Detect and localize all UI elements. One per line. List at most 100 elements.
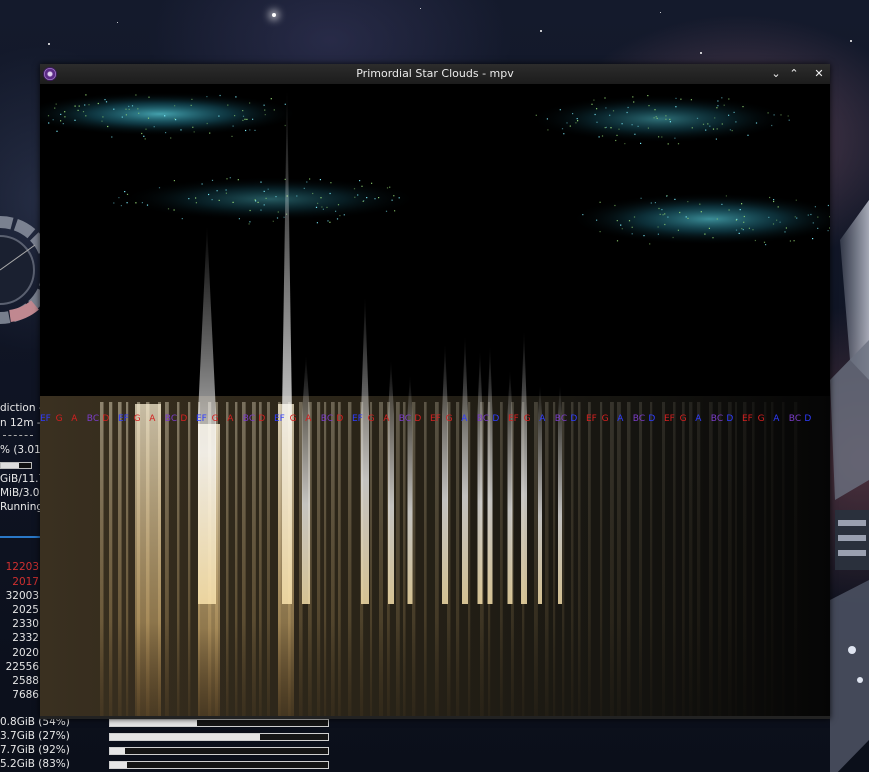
wallpaper-spaceship-art <box>830 200 869 772</box>
star-particle <box>195 197 197 199</box>
star-particle <box>593 99 595 101</box>
note-label: D <box>726 414 734 424</box>
star-particle <box>634 133 636 135</box>
star-particle <box>180 129 182 131</box>
star-particle <box>615 139 617 142</box>
star-particle <box>768 216 770 218</box>
note-label: EF <box>430 414 441 424</box>
star-particle <box>249 102 251 104</box>
star-particle <box>47 115 50 117</box>
note-label: D <box>180 414 188 424</box>
note-label: G <box>523 414 531 424</box>
star-particle <box>263 104 265 106</box>
star-particle <box>173 209 175 211</box>
memory-label: 5.2GiB (83%) <box>0 758 70 770</box>
note-label: D <box>258 414 266 424</box>
star-particle <box>218 199 220 201</box>
star-particle <box>773 114 775 116</box>
star-particle <box>594 113 596 116</box>
star-particle <box>690 99 692 101</box>
note-label: D <box>804 414 812 424</box>
spectrogram-stripe <box>396 402 400 716</box>
star-particle <box>728 209 730 211</box>
star-particle <box>655 116 657 118</box>
star <box>850 40 852 42</box>
star-particle <box>621 228 623 230</box>
spectrogram-stripe <box>588 402 591 716</box>
conky-number: 2025 <box>12 604 39 616</box>
star-particle <box>242 115 245 117</box>
star-particle <box>780 114 782 116</box>
minimize-button[interactable]: ⌄ <box>768 66 784 82</box>
spectrogram-stripe <box>752 402 755 716</box>
star-particle <box>679 211 681 214</box>
star-particle <box>817 216 819 218</box>
star-particle <box>147 117 150 119</box>
spectrogram-stripe <box>571 402 574 716</box>
memory-bar <box>109 719 329 727</box>
spectrogram-stripe <box>118 402 122 716</box>
star-particle <box>145 128 147 130</box>
star-particle <box>812 238 814 240</box>
star-particle <box>547 129 549 131</box>
star-particle <box>391 199 393 201</box>
star-particle <box>193 131 195 133</box>
star-particle <box>596 219 598 221</box>
note-label: G <box>289 414 297 424</box>
note-label: BC <box>398 414 412 424</box>
star-particle <box>181 218 183 220</box>
star-particle <box>742 229 744 231</box>
note-label: BC <box>242 414 256 424</box>
note-label: EF <box>196 414 207 424</box>
maximize-button[interactable]: ⌃ <box>786 66 802 82</box>
star-particle <box>658 207 660 210</box>
conky-line: Running <box>0 501 44 513</box>
memory-row: 7.7GiB (92%) <box>0 744 340 757</box>
star-particle <box>656 117 658 119</box>
spectrogram-stripe <box>500 402 503 716</box>
star-particle <box>771 124 773 127</box>
video-viewport[interactable]: EF G A BC D EF G A BC D EF G A BC D EF G A BC D EF G A BC D EF G A B… <box>40 84 830 716</box>
star-particle <box>312 192 314 195</box>
conky-number: 2017 <box>12 576 39 588</box>
star-particle <box>238 218 240 220</box>
star-particle <box>601 135 604 137</box>
star-particle <box>283 216 285 218</box>
star-particle <box>575 122 577 124</box>
spectrogram-stripe <box>673 402 676 716</box>
spectrogram-stripe <box>610 402 614 716</box>
star-cloud <box>40 92 300 136</box>
star-particle <box>755 122 758 124</box>
window-titlebar[interactable]: Primordial Star Clouds - mpv ⌄ ⌃ ✕ <box>40 64 830 85</box>
star-particle <box>563 133 565 135</box>
star-particle <box>263 204 265 206</box>
spectrogram-stripe <box>794 402 798 716</box>
spectrogram-stripe <box>468 402 471 716</box>
note-label: EF <box>118 414 129 424</box>
note-label: G <box>601 414 609 424</box>
spectrogram-stripe <box>627 402 631 716</box>
star-particle <box>733 111 735 113</box>
spectrogram-spike <box>507 369 513 604</box>
star-particle <box>731 130 733 132</box>
star-particle <box>591 103 593 105</box>
star-particle <box>708 227 710 229</box>
star-particle <box>319 179 321 181</box>
star-particle <box>674 198 676 200</box>
star-particle <box>284 103 286 105</box>
star-particle <box>126 202 128 204</box>
star-particle <box>354 196 356 198</box>
spectrogram-stripe <box>743 402 747 716</box>
star-particle <box>631 124 633 126</box>
star-particle <box>55 103 57 105</box>
star-particle <box>88 104 90 106</box>
spectrogram-spike <box>462 334 468 604</box>
close-button[interactable]: ✕ <box>811 66 827 82</box>
star-particle <box>102 116 104 118</box>
star-particle <box>716 218 718 220</box>
star-particle <box>667 143 669 145</box>
star-particle <box>748 227 750 229</box>
star-particle <box>807 214 809 216</box>
star-particle <box>211 179 214 181</box>
spectrogram-visualization <box>40 84 830 716</box>
